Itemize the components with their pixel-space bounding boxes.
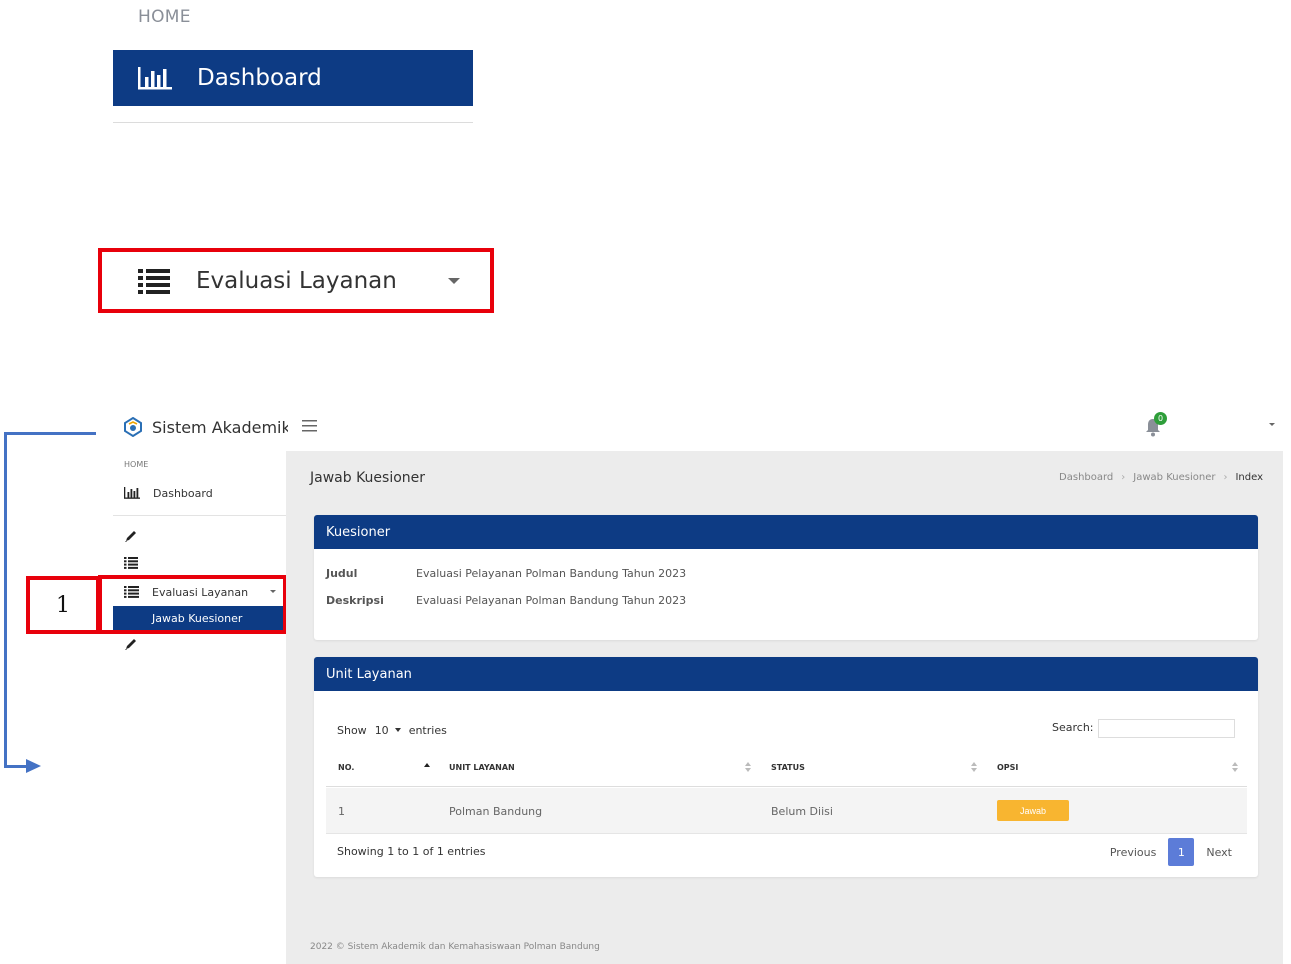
zoom-dashboard-item[interactable]: Dashboard — [113, 50, 473, 106]
kuesioner-card-header: Kuesioner — [314, 515, 1258, 549]
show-label: Show — [337, 723, 367, 737]
column-header-unit-layanan[interactable]: UNIT LAYANAN — [449, 763, 515, 772]
list-icon[interactable] — [124, 556, 138, 570]
pencil-icon[interactable] — [124, 637, 138, 651]
entries-label: entries — [408, 723, 447, 737]
zoom-dashboard-label: Dashboard — [197, 65, 322, 91]
zoom-home-label: HOME — [138, 7, 191, 27]
jawab-button[interactable]: Jawab — [997, 800, 1069, 821]
breadcrumb-dashboard[interactable]: Dashboard — [1059, 472, 1113, 483]
zoom-evaluasi-item[interactable]: Evaluasi Layanan — [98, 248, 494, 313]
sort-asc-icon[interactable] — [423, 761, 431, 773]
table-row: 1 Polman Bandung Belum Diisi Jawab — [326, 788, 1247, 834]
brand-title: Sistem Akademik — [152, 418, 288, 437]
cell-unit-layanan: Polman Bandung — [449, 805, 543, 818]
pagination-previous[interactable]: Previous — [1110, 846, 1157, 859]
connector-line — [4, 432, 96, 435]
judul-label: Judul — [326, 567, 358, 580]
annotation-number: 1 — [26, 576, 100, 634]
logo-icon — [124, 417, 142, 437]
judul-value: Evaluasi Pelayanan Polman Bandung Tahun … — [416, 567, 687, 580]
table-info: Showing 1 to 1 of 1 entries — [337, 845, 486, 858]
highlight-frame — [98, 575, 287, 634]
table-header-divider — [326, 786, 1247, 787]
breadcrumb: Dashboard › Jawab Kuesioner › Index — [1059, 472, 1263, 483]
breadcrumb-separator-icon: › — [1223, 472, 1228, 483]
sort-icon[interactable] — [744, 761, 752, 773]
sidebar-divider — [113, 515, 286, 516]
sidebar: HOME Dashboard Evaluasi Layanan Jawab Ku… — [113, 451, 286, 964]
zoom-evaluasi-label: Evaluasi Layanan — [196, 267, 397, 294]
breadcrumb-current: Index — [1235, 472, 1263, 483]
page-title: Jawab Kuesioner — [310, 470, 426, 486]
breadcrumb-separator-icon: › — [1121, 472, 1126, 483]
deskripsi-label: Deskripsi — [326, 594, 384, 607]
column-header-opsi[interactable]: OPSI — [997, 763, 1018, 772]
bar-chart-icon — [138, 67, 172, 90]
cell-status: Belum Diisi — [771, 805, 833, 818]
search-input[interactable] — [1098, 719, 1235, 738]
sidebar-item-label: Dashboard — [153, 486, 213, 500]
column-header-status[interactable]: STATUS — [771, 763, 805, 772]
sidebar-home-label: HOME — [124, 460, 149, 469]
top-navbar: Sistem Akademik 0 — [113, 403, 1283, 451]
unit-layanan-card: Unit Layanan Show 10 entries Search: NO.… — [314, 657, 1258, 877]
sort-icon[interactable] — [970, 761, 978, 773]
connector-line — [4, 765, 28, 768]
hamburger-menu-icon[interactable] — [302, 420, 317, 432]
deskripsi-value: Evaluasi Pelayanan Polman Bandung Tahun … — [416, 594, 687, 607]
notification-badge: 0 — [1154, 412, 1167, 425]
zoom-divider — [113, 122, 473, 123]
footer-text: 2022 © Sistem Akademik dan Kemahasiswaan… — [310, 942, 600, 952]
chevron-down-icon — [394, 728, 401, 732]
kuesioner-card: Kuesioner Judul Evaluasi Pelayanan Polma… — [314, 515, 1258, 640]
connector-line — [4, 432, 7, 768]
user-menu-chevron-icon[interactable] — [1269, 423, 1275, 426]
pagination-page-1[interactable]: 1 — [1168, 838, 1195, 866]
breadcrumb-jawab-kuesioner[interactable]: Jawab Kuesioner — [1133, 472, 1215, 483]
unit-layanan-card-header: Unit Layanan — [314, 657, 1258, 691]
column-header-no[interactable]: NO. — [338, 763, 354, 772]
list-icon — [138, 268, 170, 294]
pencil-icon[interactable] — [124, 529, 138, 543]
entries-length-control: Show 10 entries — [337, 721, 447, 739]
main-content: Jawab Kuesioner Dashboard › Jawab Kuesio… — [286, 451, 1283, 964]
arrow-head-icon — [26, 759, 41, 773]
cell-no: 1 — [338, 805, 345, 818]
entries-select-value: 10 — [374, 723, 389, 737]
entries-select[interactable]: 10 — [370, 721, 405, 739]
sidebar-item-dashboard[interactable]: Dashboard — [113, 481, 286, 505]
pagination-next[interactable]: Next — [1206, 846, 1232, 859]
bar-chart-icon — [124, 487, 140, 499]
sort-icon[interactable] — [1231, 761, 1239, 773]
pagination: Previous 1 Next — [1110, 838, 1232, 866]
chevron-down-icon — [448, 278, 460, 284]
search-label: Search: — [1052, 721, 1094, 734]
